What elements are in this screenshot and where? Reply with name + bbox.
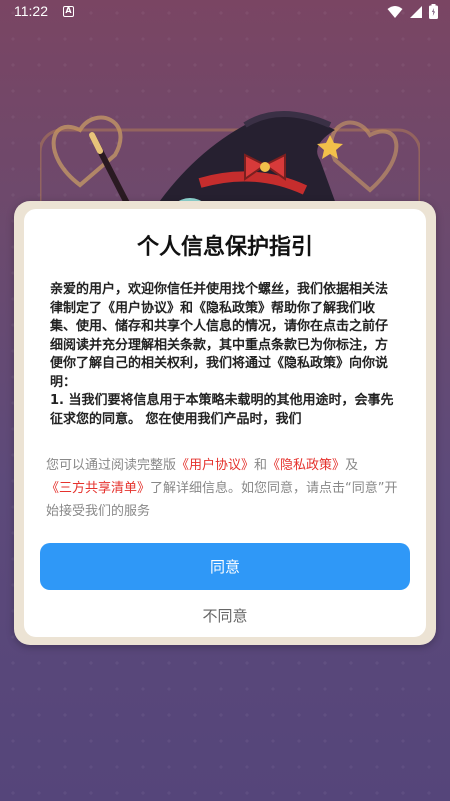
- disagree-button[interactable]: 不同意: [24, 605, 426, 626]
- user-agreement-link[interactable]: 《用户协议》: [176, 458, 254, 473]
- signal-icon: [410, 5, 422, 18]
- dialog-body-scroll[interactable]: 亲爱的用户，欢迎你信任并使用找个螺丝，我们依据相关法律制定了《用户协议》和《隐私…: [50, 281, 400, 445]
- dialog-title: 个人信息保护指引: [136, 235, 313, 260]
- body-paragraph: 亲爱的用户，欢迎你信任并使用找个螺丝，我们依据相关法律制定了《用户协议》和《隐私…: [50, 282, 389, 390]
- privacy-policy-link[interactable]: 《隐私政策》: [267, 458, 345, 473]
- notification-icon: A: [63, 6, 74, 17]
- note-text: 您可以通过阅读完整版: [46, 458, 177, 473]
- third-party-list-link[interactable]: 《三方共享清单》: [46, 481, 150, 496]
- status-bar: 11:22 A: [0, 0, 450, 26]
- dialog-note: 您可以通过阅读完整版《用户协议》和《隐私政策》及 《三方共享清单》了解详细信息。如…: [46, 454, 404, 523]
- privacy-dialog: 个人信息保护指引 亲爱的用户，欢迎你信任并使用找个螺丝，我们依据相关法律制定了《…: [24, 209, 426, 637]
- status-icons: [387, 4, 438, 19]
- status-time: 11:22: [14, 3, 48, 19]
- wifi-icon: [387, 5, 403, 18]
- battery-icon: [429, 4, 438, 19]
- note-text: 及: [345, 458, 359, 473]
- agree-button[interactable]: 同意: [40, 543, 410, 590]
- note-text: 和: [254, 458, 268, 473]
- body-paragraph: 1. 当我们要将信息用于本策略未载明的其他用途时，会事先征求您的同意。 您在使用…: [50, 393, 394, 427]
